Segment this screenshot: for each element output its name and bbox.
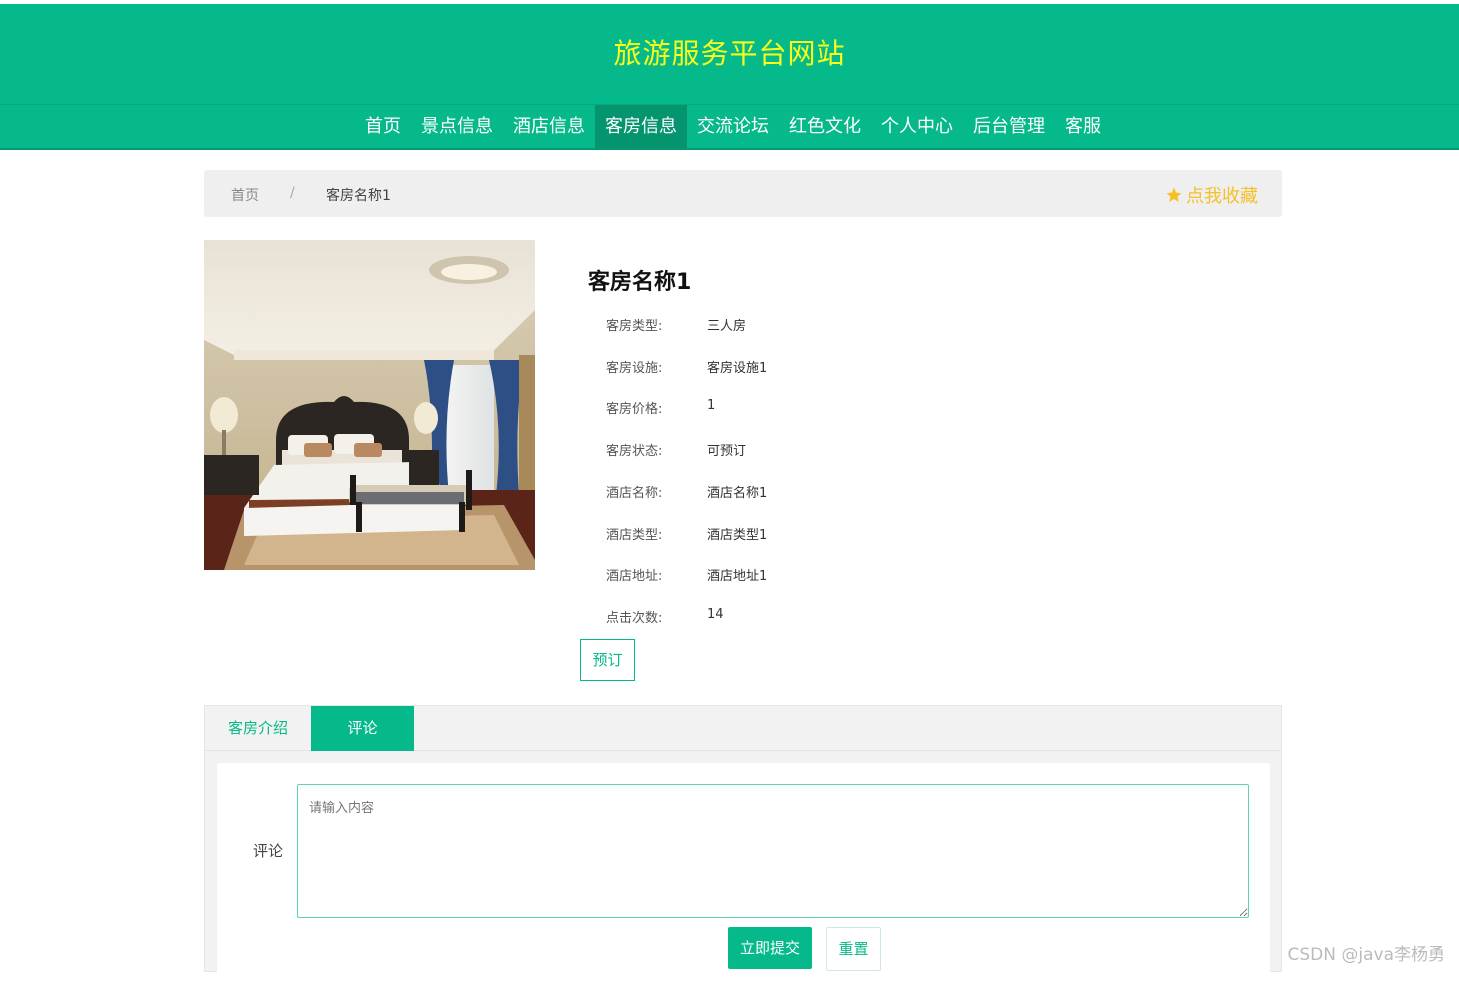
room-image [204, 240, 535, 570]
info-label: 客房类型: [606, 319, 663, 334]
info-label: 酒店地址: [606, 569, 663, 584]
info-label: 酒店名称: [606, 486, 663, 501]
nav-item[interactable]: 酒店信息 [503, 105, 595, 149]
info-row: 客房状态: 可预订 [606, 440, 746, 459]
nav-item[interactable]: 交流论坛 [687, 105, 779, 149]
breadcrumb: 首页 / 客房名称1 点我收藏 [204, 170, 1282, 217]
info-value: 酒店名称1 [707, 486, 768, 501]
info-value: 酒店地址1 [707, 569, 768, 584]
info-row: 点击次数: 14 [606, 607, 724, 626]
info-value: 酒店类型1 [707, 528, 768, 543]
nav-item[interactable]: 个人中心 [871, 105, 963, 149]
info-row: 酒店地址: 酒店地址1 [606, 565, 767, 584]
watermark: CSDN @java李杨勇 [1287, 945, 1446, 965]
info-label: 客房状态: [606, 444, 663, 459]
info-value: 14 [707, 607, 724, 622]
breadcrumb-separator: / [290, 185, 295, 201]
site-title: 旅游服务平台网站 [613, 37, 846, 70]
favorite-label: 点我收藏 [1186, 186, 1258, 207]
star-icon [1166, 187, 1182, 202]
tab-comment[interactable]: 评论 [311, 706, 414, 751]
nav-items: 首页 景点信息 酒店信息 客房信息 交流论坛 红色文化 个人中心 后台管理 客服 [355, 105, 1111, 149]
comment-input[interactable] [297, 784, 1249, 918]
nav-item[interactable]: 首页 [355, 105, 411, 149]
info-value: 客房设施1 [707, 361, 768, 376]
info-value: 可预订 [707, 444, 747, 459]
breadcrumb-current: 客房名称1 [326, 188, 391, 204]
nav-item[interactable]: 景点信息 [411, 105, 503, 149]
favorite-button[interactable]: 点我收藏 [1165, 182, 1258, 208]
room-photo [204, 240, 535, 570]
submit-button[interactable]: 立即提交 [728, 927, 812, 969]
info-row: 客房类型: 三人房 [606, 315, 746, 334]
tab-room-intro[interactable]: 客房介绍 [205, 706, 311, 751]
comment-label: 评论 [253, 842, 284, 860]
info-row: 客房设施: 客房设施1 [606, 357, 767, 376]
main-nav: 首页 景点信息 酒店信息 客房信息 交流论坛 红色文化 个人中心 后台管理 客服 [0, 104, 1459, 150]
breadcrumb-home-link[interactable]: 首页 [231, 185, 259, 205]
comment-form: 评论 立即提交 重置 [217, 763, 1270, 983]
nav-item[interactable]: 客房信息 [595, 105, 687, 149]
nav-item[interactable]: 客服 [1055, 105, 1111, 149]
info-row: 客房价格: 1 [606, 398, 715, 417]
info-label: 酒店类型: [606, 528, 663, 543]
nav-item[interactable]: 红色文化 [779, 105, 871, 149]
book-button[interactable]: 预订 [580, 639, 635, 681]
info-label: 点击次数: [606, 611, 663, 626]
info-value: 1 [707, 398, 716, 413]
room-name: 客房名称1 [588, 270, 692, 295]
nav-item[interactable]: 后台管理 [963, 105, 1055, 149]
info-label: 客房设施: [606, 361, 663, 376]
info-row: 酒店名称: 酒店名称1 [606, 482, 767, 501]
tab-bar: 客房介绍 评论 [205, 706, 1281, 751]
info-value: 三人房 [707, 319, 747, 334]
info-row: 酒店类型: 酒店类型1 [606, 524, 767, 543]
reset-button[interactable]: 重置 [826, 927, 881, 971]
info-label: 客房价格: [606, 402, 663, 417]
detail-tabs-panel: 客房介绍 评论 评论 立即提交 重置 [204, 705, 1282, 983]
site-header: 旅游服务平台网站 [0, 0, 1459, 104]
